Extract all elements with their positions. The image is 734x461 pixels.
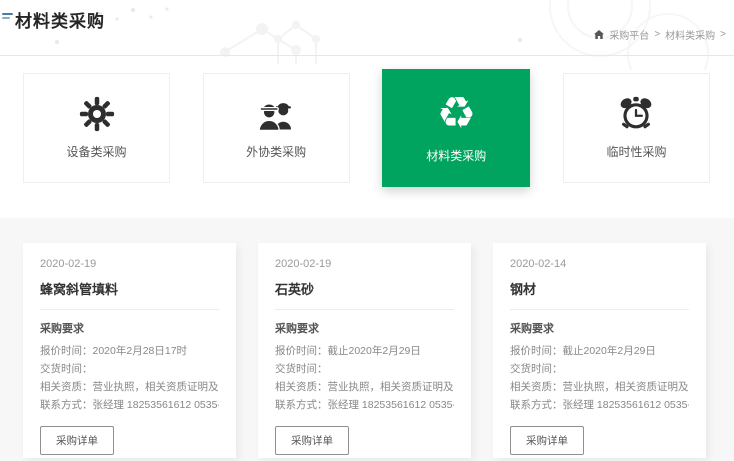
breadcrumb-home[interactable]: 采购平台 <box>609 27 649 42</box>
material-procurement-page: 材料类采购 采购平台 > 材料类采购 > <box>0 0 734 461</box>
listing-detail-contact: 联系方式：张经理 18253561612 0535-8012972 <box>510 396 689 414</box>
listing-detail-delivery-time: 交货时间： <box>40 360 219 378</box>
breadcrumb: 采购平台 > 材料类采购 > <box>594 27 726 42</box>
listing-section-label: 采购要求 <box>275 320 454 336</box>
category-card-equipment[interactable]: 设备类采购 <box>23 73 170 183</box>
category-label: 设备类采购 <box>66 143 126 160</box>
listing-title: 钢材 <box>510 279 689 298</box>
listing-detail-qualifications: 相关资质：营业执照，相关资质证明及业绩清单等 <box>510 378 689 396</box>
listing-detail-quote-time: 报价时间：截止2020年2月29日 <box>510 342 689 360</box>
purchase-detail-button[interactable]: 采购详单 <box>40 426 114 455</box>
purchase-detail-button[interactable]: 采购详单 <box>510 426 584 455</box>
breadcrumb-separator: > <box>720 29 726 40</box>
listing-date: 2020-02-14 <box>510 258 689 270</box>
listing-title: 石英砂 <box>275 279 454 298</box>
listing-divider <box>510 309 689 310</box>
category-card-temporary[interactable]: 临时性采购 <box>563 73 710 183</box>
header-divider <box>0 55 734 56</box>
listing-card: 2020-02-19 石英砂 采购要求 报价时间：截止2020年2月29日 交货… <box>258 243 471 458</box>
category-label: 材料类采购 <box>426 147 486 164</box>
alarm-clock-icon <box>618 96 654 132</box>
listing-detail-contact: 联系方式：张经理 18253561612 0535-8012972 <box>40 396 219 414</box>
page-title: 材料类采购 <box>15 7 105 32</box>
listing-detail-contact: 联系方式：张经理 18253561612 0535-8012972 <box>275 396 454 414</box>
listing-section-label: 采购要求 <box>510 320 689 336</box>
category-label: 外协类采购 <box>246 143 306 160</box>
listing-date: 2020-02-19 <box>275 258 454 270</box>
listing-cards: 2020-02-19 蜂窝斜管填料 采购要求 报价时间：2020年2月28日17… <box>23 243 706 458</box>
purchase-detail-button[interactable]: 采购详单 <box>275 426 349 455</box>
listing-detail-quote-time: 报价时间：截止2020年2月29日 <box>275 342 454 360</box>
title-list-icon <box>2 13 13 21</box>
category-card-outsourcing[interactable]: 外协类采购 <box>203 73 350 183</box>
listing-divider <box>275 309 454 310</box>
category-cards: 设备类采购 外协类采购 ♻ 材料类采购 <box>23 73 710 187</box>
category-label: 临时性采购 <box>606 143 666 160</box>
listing-divider <box>40 309 219 310</box>
listing-detail-quote-time: 报价时间：2020年2月28日17时 <box>40 342 219 360</box>
workers-icon <box>256 96 296 132</box>
recycle-icon: ♻ <box>437 92 476 136</box>
listing-detail-qualifications: 相关资质：营业执照，相关资质证明及业绩清单等 <box>40 378 219 396</box>
category-card-material[interactable]: ♻ 材料类采购 <box>382 69 530 187</box>
listing-card: 2020-02-19 蜂窝斜管填料 采购要求 报价时间：2020年2月28日17… <box>23 243 236 458</box>
gear-icon <box>79 96 115 132</box>
listing-section-label: 采购要求 <box>40 320 219 336</box>
breadcrumb-current[interactable]: 材料类采购 <box>665 27 715 42</box>
home-icon <box>594 30 604 40</box>
breadcrumb-separator: > <box>654 29 660 40</box>
listing-detail-delivery-time: 交货时间： <box>510 360 689 378</box>
listing-detail-qualifications: 相关资质：营业执照，相关资质证明及业绩清单等 <box>275 378 454 396</box>
listing-card: 2020-02-14 钢材 采购要求 报价时间：截止2020年2月29日 交货时… <box>493 243 706 458</box>
listing-title: 蜂窝斜管填料 <box>40 279 219 298</box>
listing-detail-delivery-time: 交货时间： <box>275 360 454 378</box>
listing-date: 2020-02-19 <box>40 258 219 270</box>
